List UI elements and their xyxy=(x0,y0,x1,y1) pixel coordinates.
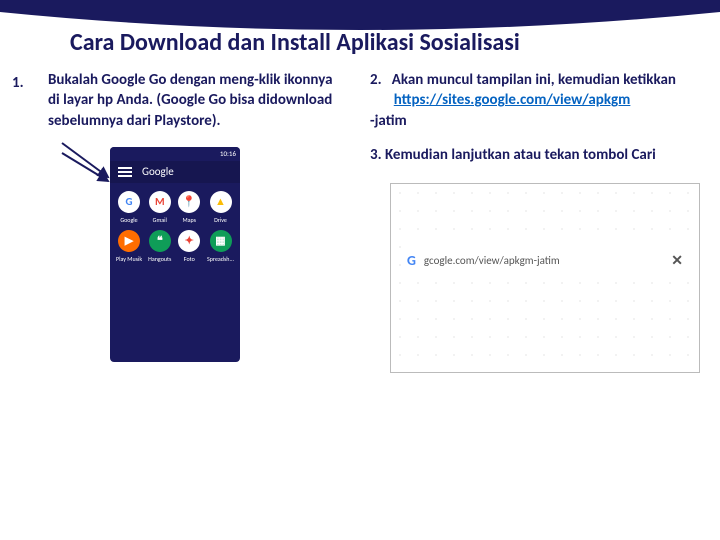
url-link[interactable]: https://sites.google.com/view/apkgm xyxy=(394,91,631,109)
app-icon: ✦ xyxy=(178,230,200,252)
app-label: Maps xyxy=(178,216,201,224)
app-icon: 📍 xyxy=(178,191,200,213)
app-label: Hangouts xyxy=(148,255,171,263)
app-icon: ▶ xyxy=(118,230,140,252)
app-icon: G xyxy=(118,191,140,213)
step2-text: 2. Akan muncul tampilan ini, kemudian ke… xyxy=(370,70,700,131)
search-input[interactable]: gcogle.com/view/apkgm-jatim xyxy=(424,254,671,267)
app-item: ▲ Drive xyxy=(207,191,234,224)
app-label: Drive xyxy=(207,216,234,224)
step1-text: Bukalah Google Go dengan meng-klik ikonn… xyxy=(30,70,350,131)
app-item: ✦ Foto xyxy=(178,230,201,263)
app-item: ❝ Hangouts xyxy=(148,230,171,263)
app-icon: ❝ xyxy=(149,230,171,252)
phone-screenshot: 10:16 Google GGoogleMGmail📍Maps▲Drive▶Pl… xyxy=(110,147,240,362)
app-item: ▦ Spreadsh... xyxy=(207,230,234,263)
app-label: Gmail xyxy=(148,216,171,224)
app-item: M Gmail xyxy=(148,191,171,224)
app-label: Play Musik xyxy=(116,255,142,263)
step2-number: 2. xyxy=(370,71,382,89)
app-icon: ▲ xyxy=(210,191,232,213)
phone-brand: Google xyxy=(142,165,174,178)
app-icon: ▦ xyxy=(210,230,232,252)
close-icon[interactable]: ✕ xyxy=(671,252,683,269)
phone-time: 10:16 xyxy=(220,149,236,158)
app-item: ▶ Play Musik xyxy=(116,230,142,263)
google-logo-icon: G xyxy=(407,252,416,269)
step3-text: 3. Kemudian lanjutkan atau tekan tombol … xyxy=(370,145,700,165)
app-icon: M xyxy=(149,191,171,213)
app-label: Foto xyxy=(178,255,201,263)
app-label: Spreadsh... xyxy=(207,255,234,263)
app-label: Google xyxy=(116,216,142,224)
hamburger-icon xyxy=(118,165,132,179)
browser-screenshot: G gcogle.com/view/apkgm-jatim ✕ xyxy=(390,183,700,373)
app-item: G Google xyxy=(116,191,142,224)
page-title: Cara Download dan Install Aplikasi Sosia… xyxy=(70,28,520,57)
app-item: 📍 Maps xyxy=(178,191,201,224)
